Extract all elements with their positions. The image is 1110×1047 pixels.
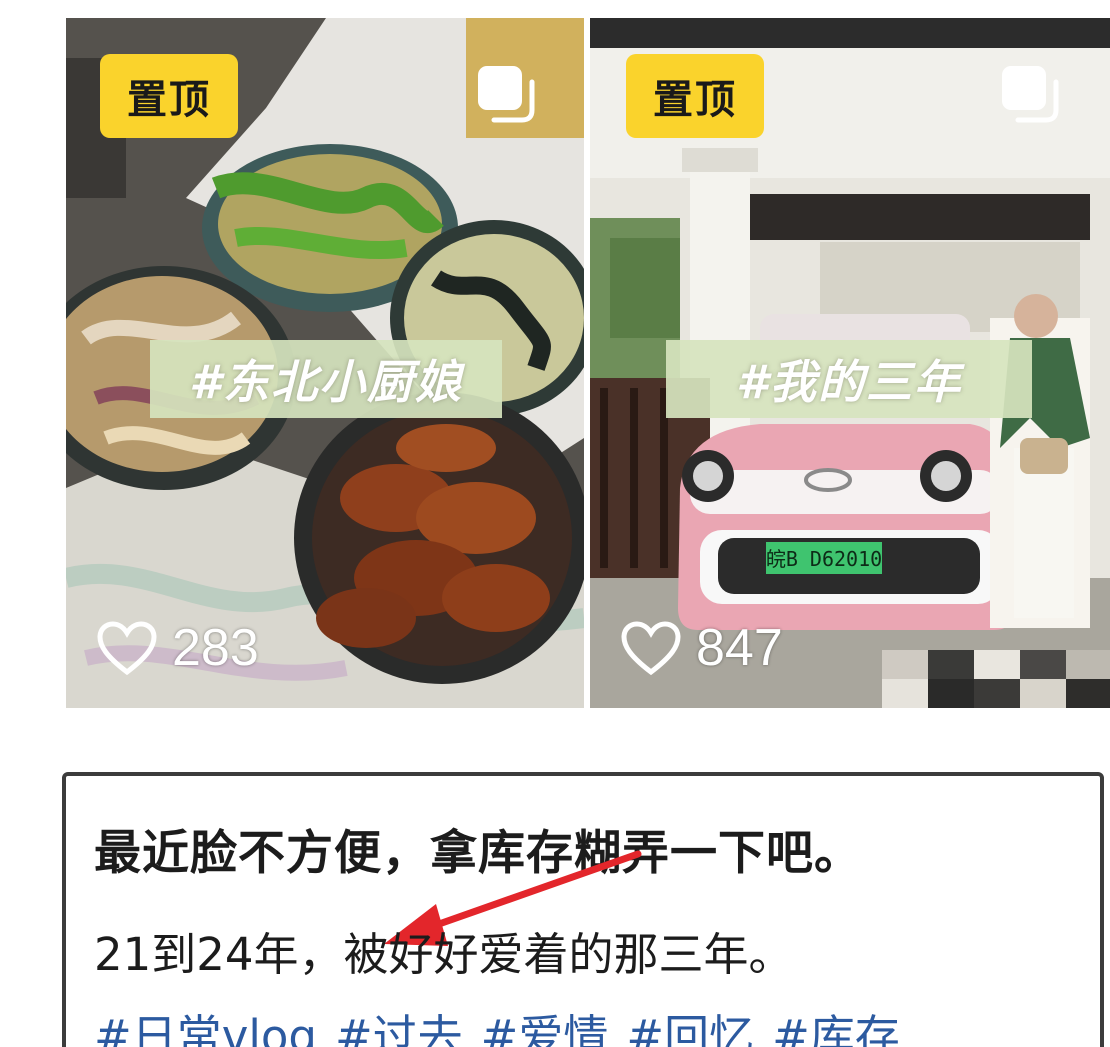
heart-outline-icon[interactable] [620,620,682,676]
license-plate: 皖B D62010 [766,547,882,571]
heart-outline-icon[interactable] [96,620,158,676]
like-count: 283 [172,619,259,677]
multi-image-icon [478,66,535,123]
topic-tag[interactable]: #我的三年 [666,340,1032,418]
like-counter[interactable]: 847 [620,616,783,680]
mosaic-blur [882,650,1110,708]
post-card-car[interactable]: 皖B D62010 置顶 #我的三年 847 [590,18,1110,708]
caption-subline: 21到24年，被好好爱着的那三年。 [94,928,794,981]
pinned-badge: 置顶 [626,54,764,138]
like-counter[interactable]: 283 [96,616,259,680]
pinned-badge: 置顶 [100,54,238,138]
like-count: 847 [696,619,783,677]
hashtag-link[interactable]: #库存 [772,1000,900,1047]
hashtag-link[interactable]: #回忆 [626,1000,754,1047]
hashtag-link[interactable]: #日常vlog [94,1000,317,1047]
multi-image-icon [1002,66,1059,123]
hashtag-link[interactable]: #爱情 [481,1000,609,1047]
hashtag-list: #日常vlog #过去 #爱情 #回忆 #库存 [94,1000,900,1047]
post-card-food[interactable]: 置顶 #东北小厨娘 283 [66,18,584,708]
topic-tag[interactable]: #东北小厨娘 [150,340,502,418]
hashtag-link[interactable]: #过去 [335,1000,463,1047]
caption-box: 最近脸不方便，拿库存糊弄一下吧。 21到24年，被好好爱着的那三年。 #日常vl… [62,772,1104,1047]
